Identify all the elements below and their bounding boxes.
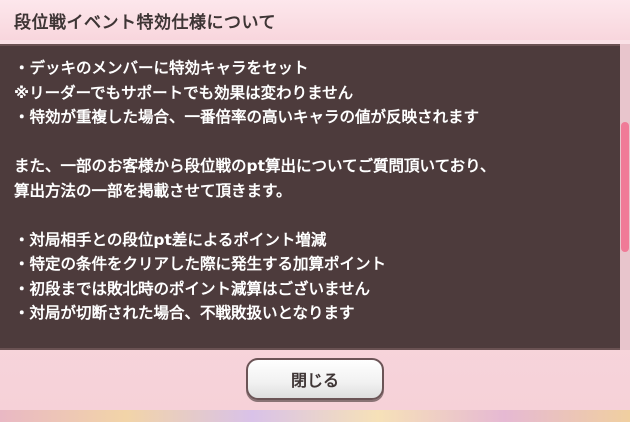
- body-line: ※リーダーでもサポートでも効果は変わりません: [14, 83, 354, 102]
- body-line: ・特定の条件をクリアした際に発生する加算ポイント: [14, 255, 387, 273]
- body-line: ・対局相手との段位pt差によるポイント増減: [14, 230, 327, 249]
- body-line: ・デッキのメンバーに特効キャラをセット: [14, 59, 309, 77]
- body-line: ・特効が重複した場合、一番倍率の高いキャラの値が反映されます: [14, 108, 480, 126]
- dialog-text: ・デッキのメンバーに特効キャラをセット ※リーダーでもサポートでも効果は変わりま…: [14, 56, 606, 326]
- body-blank-line: [14, 130, 606, 155]
- body-line: 算出方法の一部を掲載させて頂きます。: [14, 181, 292, 200]
- dialog-header: 段位戦イベント特効仕様について: [0, 0, 630, 40]
- event-info-dialog: 段位戦イベント特効仕様について ・デッキのメンバーに特効キャラをセット ※リーダ…: [0, 0, 630, 410]
- dialog-title: 段位戦イベント特効仕様について: [14, 13, 276, 33]
- body-line: ・対局が切断された場合、不戦敗扱いとなります: [14, 304, 355, 322]
- close-button[interactable]: 閉じる: [246, 358, 384, 400]
- body-blank-line: [14, 203, 606, 228]
- scrollbar-track[interactable]: [620, 44, 630, 350]
- dialog-body[interactable]: ・デッキのメンバーに特効キャラをセット ※リーダーでもサポートでも効果は変わりま…: [0, 44, 620, 350]
- body-line: ・初段までは敗北時のポイント減算はございません: [14, 279, 371, 298]
- scrollbar-thumb[interactable]: [621, 122, 629, 252]
- body-line: また、一部のお客様から段位戦のpt算出についてご質問頂いており、: [14, 157, 496, 175]
